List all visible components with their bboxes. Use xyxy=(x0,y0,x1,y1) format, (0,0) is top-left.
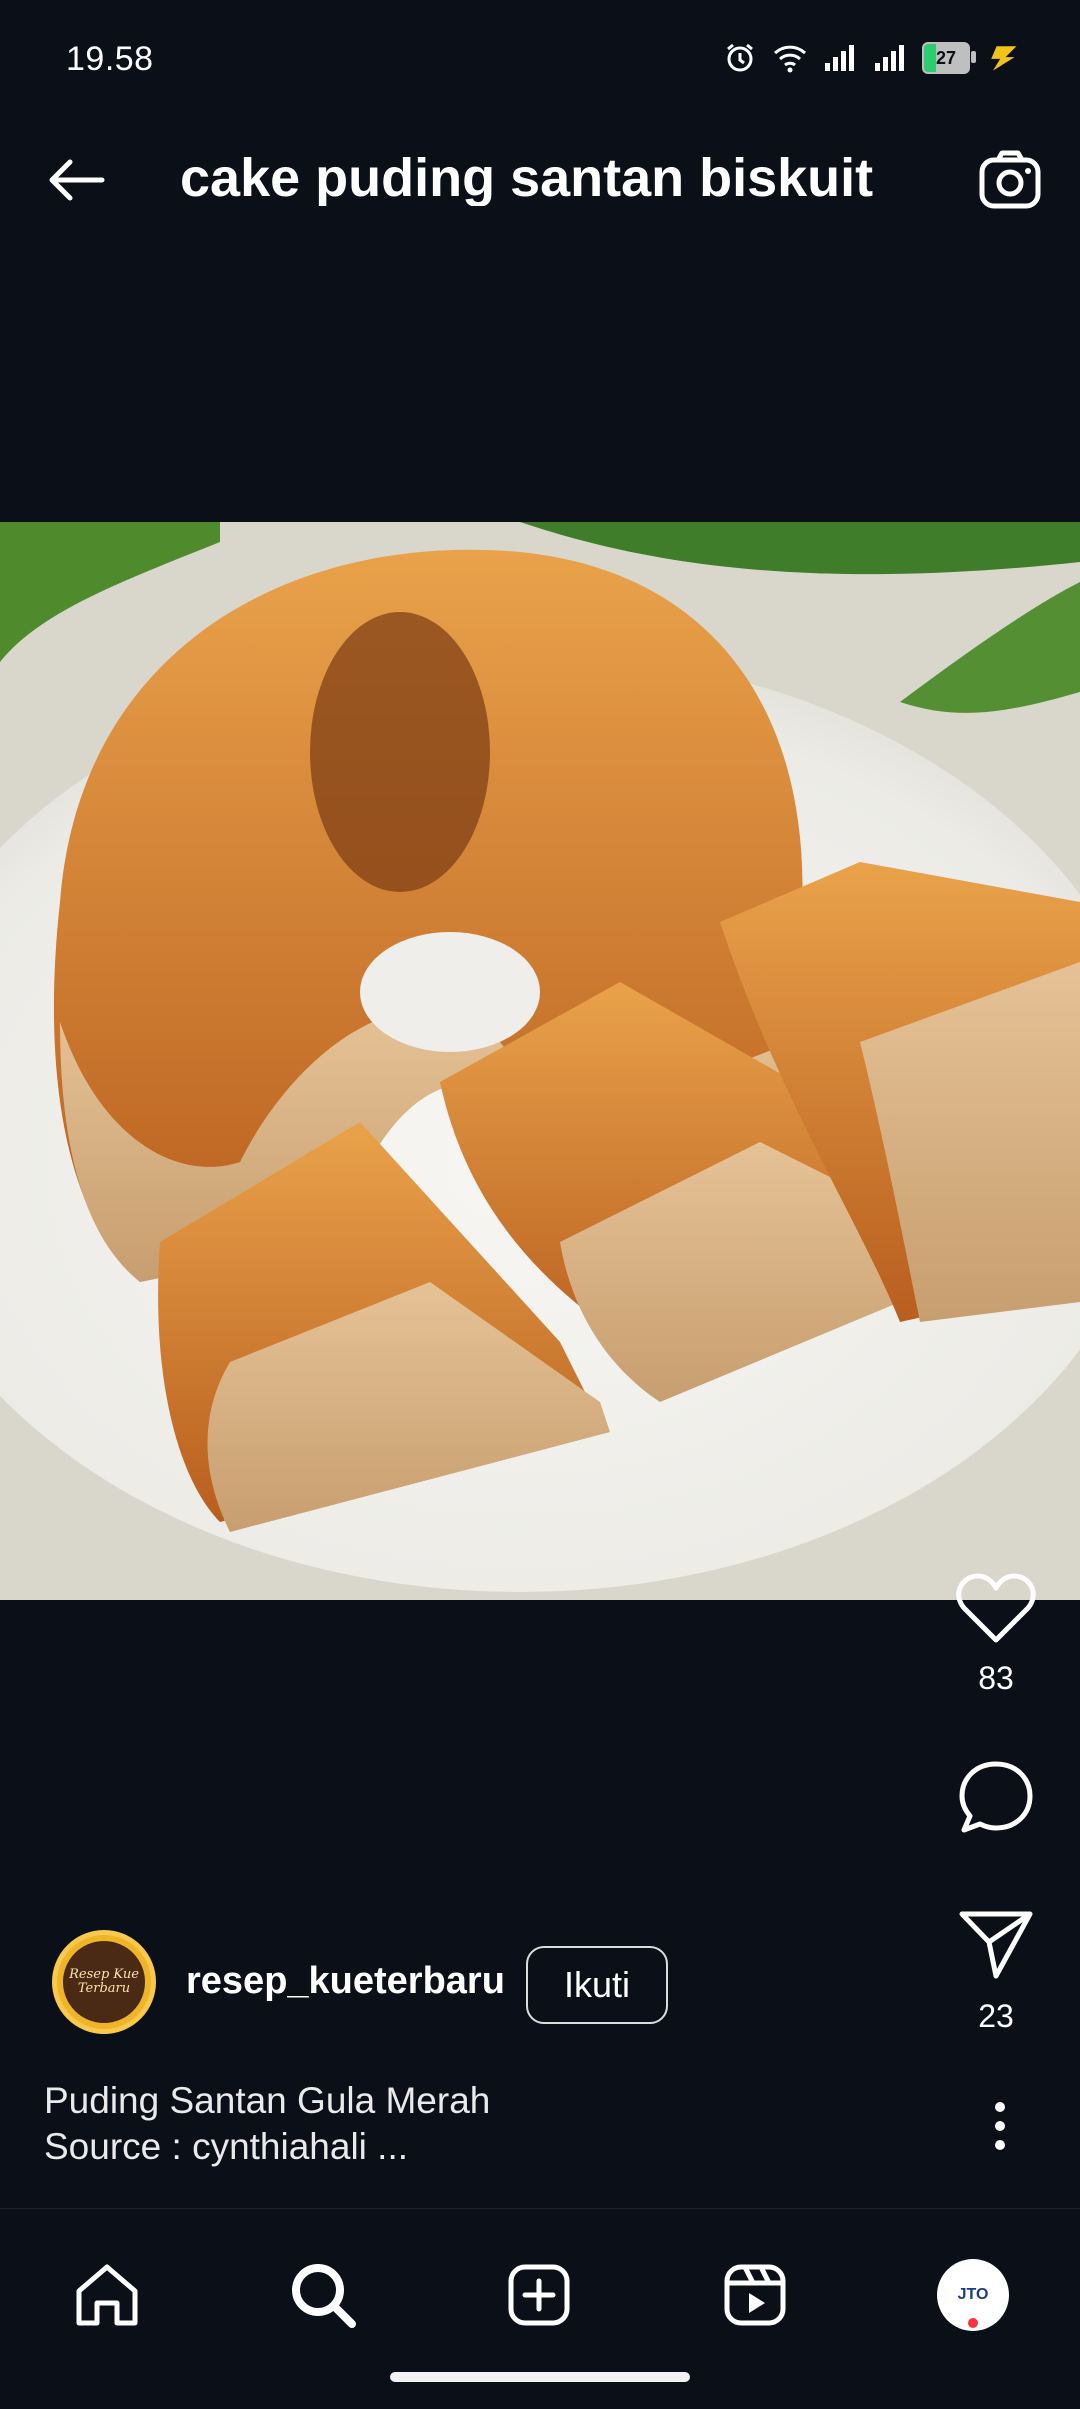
home-icon xyxy=(76,2264,138,2326)
nav-create[interactable] xyxy=(484,2240,594,2350)
post-image[interactable] xyxy=(0,522,1080,1600)
wifi-icon xyxy=(772,40,808,76)
comment-action[interactable] xyxy=(946,1758,1046,1838)
avatar-logo-text: Resep Kue Terbaru xyxy=(63,1941,145,2023)
author-username[interactable]: resep_kueterbaru xyxy=(186,1960,505,2003)
author-avatar[interactable]: Resep Kue Terbaru xyxy=(52,1930,156,2034)
share-action[interactable]: 23 xyxy=(946,1906,1046,2035)
caption-line: Puding Santan Gula Merah xyxy=(44,2080,491,2121)
caption-line: Source : cynthiahali ... xyxy=(44,2126,409,2167)
follow-button[interactable]: Ikuti xyxy=(526,1946,668,2024)
battery-level: 27 xyxy=(935,47,957,68)
arrow-left-icon xyxy=(49,159,105,201)
home-indicator[interactable] xyxy=(390,2372,690,2382)
alarm-icon xyxy=(722,40,758,76)
signal-icon xyxy=(822,40,858,76)
like-action[interactable]: 83 xyxy=(946,1572,1046,1697)
camera-icon xyxy=(979,150,1041,209)
nav-reels[interactable] xyxy=(700,2240,810,2350)
comment-icon xyxy=(959,1761,1033,1833)
like-count: 83 xyxy=(978,1660,1014,1696)
notification-dot xyxy=(968,2318,978,2328)
heart-icon xyxy=(956,1573,1036,1643)
back-button[interactable] xyxy=(36,140,116,220)
more-vertical-icon xyxy=(995,2102,1005,2150)
charging-icon xyxy=(984,40,1020,76)
page-title: cake puding santan biskuit xyxy=(180,150,874,206)
signal-icon xyxy=(872,40,908,76)
more-button[interactable] xyxy=(975,2096,1025,2156)
create-icon xyxy=(508,2264,570,2326)
nav-profile[interactable]: JTO xyxy=(918,2240,1028,2350)
battery-icon: 27 xyxy=(922,42,976,74)
search-icon xyxy=(292,2264,356,2328)
send-icon xyxy=(959,1911,1033,1979)
reels-icon xyxy=(724,2264,786,2326)
status-time: 19.58 xyxy=(66,40,154,78)
post-caption[interactable]: Puding Santan Gula Merah Source : cynthi… xyxy=(44,2078,490,2170)
nav-search[interactable] xyxy=(268,2240,378,2350)
nav-home[interactable] xyxy=(52,2240,162,2350)
camera-button[interactable] xyxy=(970,140,1050,220)
status-icons: 27 xyxy=(722,40,1020,76)
share-count: 23 xyxy=(978,1998,1014,2034)
